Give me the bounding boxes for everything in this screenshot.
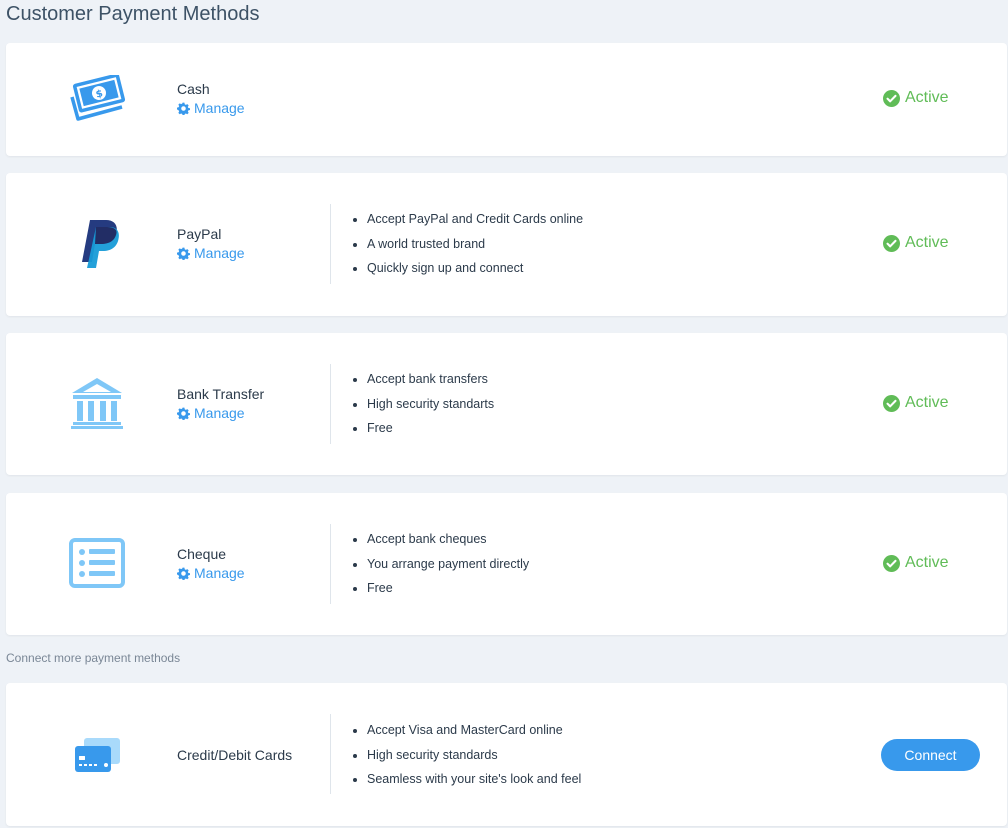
method-name: Credit/Debit Cards <box>177 747 293 763</box>
list-item: Free <box>349 416 494 441</box>
list-item: Accept PayPal and Credit Cards online <box>349 207 583 232</box>
list-item: Accept Visa and MasterCard online <box>349 718 581 743</box>
payment-method-paypal: PayPal Manage Accept PayPal and Credit C… <box>6 173 1007 316</box>
feature-list: Accept Visa and MasterCard online High s… <box>349 718 581 792</box>
section-label: Connect more payment methods <box>6 651 181 665</box>
manage-label: Manage <box>194 100 245 116</box>
gear-icon <box>177 247 190 260</box>
payment-method-credit-cards: Credit/Debit Cards Accept Visa and Maste… <box>6 683 1007 826</box>
cheque-icon <box>62 533 132 593</box>
gear-icon <box>177 567 190 580</box>
check-circle-icon <box>883 234 900 252</box>
method-name: Bank Transfer <box>177 386 265 402</box>
gear-icon <box>177 102 190 115</box>
manage-link[interactable]: Manage <box>177 243 245 263</box>
manage-label: Manage <box>194 565 245 581</box>
list-item: High security standards <box>349 743 581 768</box>
page-title: Customer Payment Methods <box>6 3 260 25</box>
list-item: Quickly sign up and connect <box>349 256 583 281</box>
status-label: Active <box>905 89 949 106</box>
status-label: Active <box>905 554 949 571</box>
list-item: Accept bank cheques <box>349 527 529 552</box>
payment-method-cheque: Cheque Manage Accept bank cheques You ar… <box>6 493 1007 635</box>
divider <box>330 714 331 794</box>
status-active: Active <box>883 554 949 572</box>
feature-list: Accept PayPal and Credit Cards online A … <box>349 207 583 281</box>
status-active: Active <box>883 394 949 412</box>
cash-icon: $ <box>62 69 132 129</box>
manage-link[interactable]: Manage <box>177 403 245 423</box>
feature-list: Accept bank transfers High security stan… <box>349 367 494 441</box>
list-item: Seamless with your site's look and feel <box>349 767 581 792</box>
method-name: Cash <box>177 81 210 97</box>
method-name: Cheque <box>177 546 227 562</box>
divider <box>330 364 331 444</box>
status-label: Active <box>905 234 949 251</box>
paypal-icon <box>62 213 132 273</box>
list-item: High security standarts <box>349 392 494 417</box>
check-circle-icon <box>883 554 900 572</box>
feature-list: Accept bank cheques You arrange payment … <box>349 527 529 601</box>
payment-method-bank-transfer: Bank Transfer Manage Accept bank transfe… <box>6 333 1007 475</box>
list-item: Accept bank transfers <box>349 367 494 392</box>
gear-icon <box>177 407 190 420</box>
payment-method-cash: $ Cash Manage Active <box>6 43 1007 156</box>
bank-icon <box>62 373 132 433</box>
method-name: PayPal <box>177 226 222 242</box>
divider <box>330 204 331 284</box>
check-circle-icon <box>883 89 900 107</box>
list-item: A world trusted brand <box>349 232 583 257</box>
manage-link[interactable]: Manage <box>177 98 245 118</box>
divider <box>330 524 331 604</box>
connect-button[interactable]: Connect <box>881 739 980 771</box>
manage-label: Manage <box>194 245 245 261</box>
list-item: You arrange payment directly <box>349 552 529 577</box>
status-label: Active <box>905 394 949 411</box>
manage-link[interactable]: Manage <box>177 563 245 583</box>
manage-label: Manage <box>194 405 245 421</box>
status-active: Active <box>883 89 949 107</box>
credit-card-icon <box>62 725 132 785</box>
status-active: Active <box>883 234 949 252</box>
list-item: Free <box>349 576 529 601</box>
check-circle-icon <box>883 394 900 412</box>
